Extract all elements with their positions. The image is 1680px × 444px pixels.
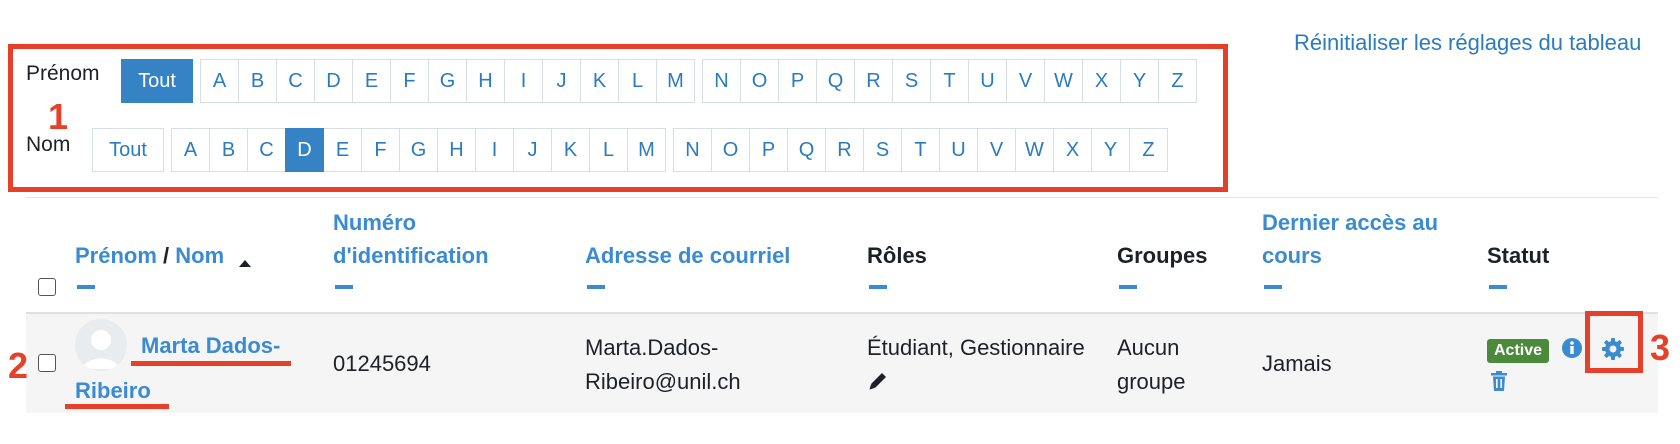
cell-roles: Étudiant, Gestionnaire [867, 335, 1085, 360]
annotation-underline-line1 [131, 361, 291, 366]
cell-groups-line1: Aucun [1117, 335, 1180, 360]
user-name-link-line2[interactable]: Ribeiro [75, 378, 151, 404]
header-roles: Rôles [867, 243, 927, 268]
header-name-slash: / [163, 243, 170, 268]
row-select-checkbox[interactable] [38, 354, 56, 372]
annotation-underline-line2 [65, 404, 169, 409]
trash-icon[interactable] [1489, 370, 1509, 392]
table-header-border [26, 312, 1658, 314]
header-email[interactable]: Adresse de courriel [585, 239, 790, 272]
pencil-icon[interactable] [867, 370, 889, 392]
user-name-link-line1[interactable]: Marta Dados- [141, 333, 280, 359]
reset-table-preferences-link[interactable]: Réinitialiser les réglages du tableau [1294, 30, 1641, 56]
hide-name-column-icon[interactable] [77, 285, 95, 289]
header-id-line1: Numéro [333, 210, 417, 235]
hide-groups-column-icon[interactable] [1119, 285, 1137, 289]
info-icon[interactable] [1561, 337, 1583, 359]
select-all-checkbox[interactable] [38, 278, 56, 296]
avatar [75, 319, 127, 371]
last-name-initial-d[interactable]: D [285, 128, 324, 172]
sort-first-name-link[interactable]: Prénom [75, 243, 157, 268]
cell-email-line1: Marta.Dados- [585, 335, 719, 360]
sort-up-icon [238, 245, 252, 278]
first-name-initial-all[interactable]: Tout [121, 59, 193, 103]
annotation-box-3 [1585, 311, 1643, 373]
cell-last-access: Jamais [1262, 351, 1332, 376]
hide-id-column-icon[interactable] [335, 285, 353, 289]
header-last-access-line2: cours [1262, 243, 1322, 268]
header-status: Statut [1487, 243, 1550, 268]
header-id-number[interactable]: Numéro d'identification [333, 206, 489, 272]
annotation-number-2: 2 [8, 345, 29, 386]
annotation-number-1: 1 [48, 96, 69, 137]
hide-email-column-icon[interactable] [587, 285, 605, 289]
cell-id-number: 01245694 [333, 351, 431, 376]
header-last-access-line1: Dernier accès au [1262, 210, 1439, 235]
table-top-border [26, 197, 1658, 198]
header-id-line2: d'identification [333, 243, 489, 268]
header-last-access[interactable]: Dernier accès au cours [1262, 206, 1438, 272]
cell-email-line2: Ribeiro@unil.ch [585, 369, 741, 394]
annotation-number-3: 3 [1650, 327, 1671, 368]
hide-last-access-column-icon[interactable] [1264, 285, 1282, 289]
cell-email: Marta.Dados- Ribeiro@unil.ch [585, 331, 741, 399]
sort-last-name-link[interactable]: Nom [175, 243, 224, 268]
cell-groups: Aucun groupe [1117, 331, 1186, 399]
status-badge: Active [1487, 339, 1550, 363]
hide-roles-column-icon[interactable] [869, 285, 887, 289]
hide-status-column-icon[interactable] [1489, 285, 1507, 289]
cell-groups-line2: groupe [1117, 369, 1186, 394]
header-name: Prénom / Nom [75, 239, 252, 278]
header-groups: Groupes [1117, 243, 1208, 268]
